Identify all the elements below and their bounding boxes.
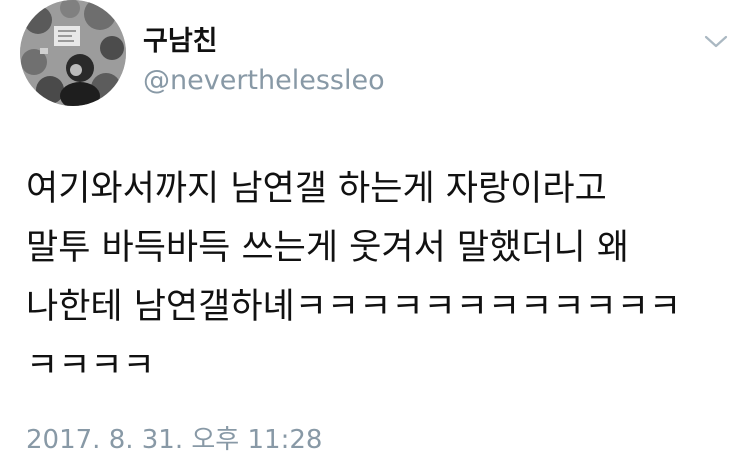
display-name[interactable]: 구남친 <box>143 26 218 58</box>
tweet-card: 구남친 @neverthelessleo 여기와서까지 남연갤 하는게 자랑이라… <box>0 0 750 469</box>
tweet-text-line: 나한테 남연갤하녜ㅋㅋㅋㅋㅋㅋㅋㅋㅋㅋㅋㅋ <box>26 287 682 327</box>
tweet-text: 여기와서까지 남연갤 하는게 자랑이라고 말투 바득바득 쓰는게 웃겨서 말했더… <box>26 160 736 396</box>
tweet-text-line: 말투 바득바득 쓰는게 웃겨서 말했더니 왜 <box>26 228 630 268</box>
user-handle[interactable]: @neverthelessleo <box>143 65 385 97</box>
chevron-down-icon[interactable] <box>702 32 730 52</box>
tweet-timestamp[interactable]: 2017. 8. 31. 오후 11:28 <box>26 424 322 456</box>
avatar[interactable] <box>20 0 126 106</box>
tweet-text-line: 여기와서까지 남연갤 하는게 자랑이라고 <box>26 169 607 209</box>
tweet-text-line: ㅋㅋㅋㅋ <box>26 346 155 386</box>
